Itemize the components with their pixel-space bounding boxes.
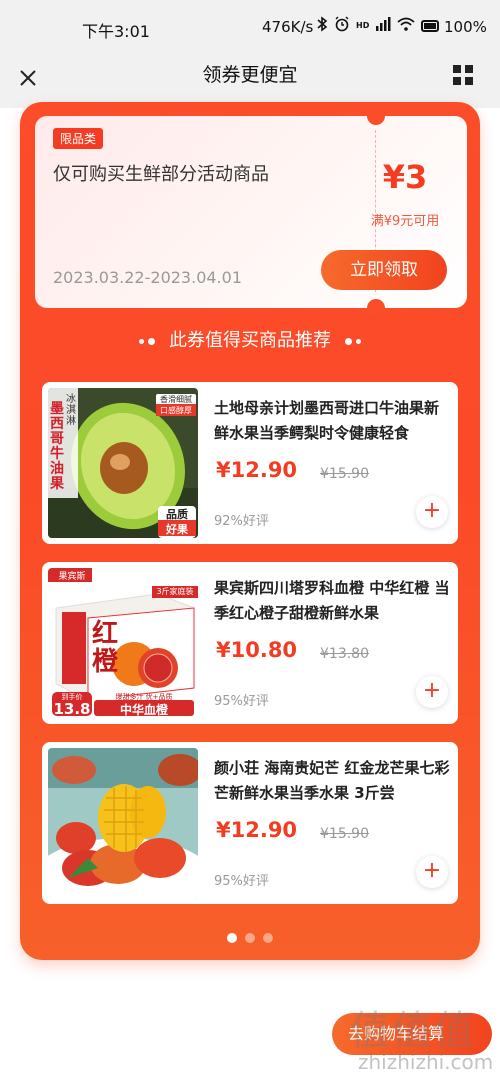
product-title[interactable]: 果宾斯四川塔罗科血橙 中华红橙 当季红心橙子甜橙新鲜水果 — [214, 576, 450, 626]
page-dot[interactable] — [263, 933, 273, 943]
product-card[interactable]: 果宾斯 3斤家庭装 红橙 到手价 13.8 爆甜多汁 优+品质 中华血橙 果宾斯… — [42, 562, 458, 724]
coupon-validity: 2023.03.22-2023.04.01 — [53, 268, 242, 287]
image-badge-text: 口感醇厚 — [160, 406, 192, 415]
product-price: ¥10.80 — [216, 638, 298, 662]
image-price-tag-value: 13.8 — [53, 700, 91, 718]
add-to-cart-button[interactable]: + — [416, 676, 448, 708]
section-title: 此券值得买商品推荐 — [169, 330, 331, 351]
page-dot[interactable] — [245, 933, 255, 943]
product-card[interactable]: 墨西哥牛油果 冰淇淋 香滑细腻 口感醇厚 品质 好果 土地母亲计划墨西哥进口牛油… — [42, 382, 458, 544]
menu-button[interactable] — [452, 64, 480, 92]
coupon-notch — [367, 107, 385, 125]
bluetooth-icon — [316, 16, 328, 36]
coupon-condition: 满¥9元可用 — [370, 214, 440, 229]
hd-signal-icon: HD — [356, 21, 370, 30]
product-card[interactable]: 颜小荘 海南贵妃芒 红金龙芒果七彩芒新鲜水果当季水果 3斤尝 ¥12.90 ¥1… — [42, 742, 458, 904]
product-image-mango[interactable] — [48, 748, 198, 898]
signal-icon — [375, 17, 391, 35]
battery-level: 100% — [444, 18, 487, 36]
add-to-cart-button[interactable]: + — [416, 496, 448, 528]
coupon-card: 限品类 仅可购买生鲜部分活动商品 2023.03.22-2023.04.01 ¥… — [35, 107, 467, 317]
product-rating: 95%好评 — [214, 694, 269, 709]
product-rating: 92%好评 — [214, 514, 269, 529]
battery-icon — [421, 20, 440, 32]
image-corner-text: 冰淇淋 — [66, 394, 76, 427]
image-banner: 中华血橙 — [119, 703, 168, 717]
product-rating: 95%好评 — [214, 874, 269, 889]
page-dot[interactable] — [227, 933, 237, 943]
alarm-icon — [334, 16, 350, 36]
product-price: ¥12.90 — [216, 818, 298, 842]
coupon-panel: 限品类 仅可购买生鲜部分活动商品 2023.03.22-2023.04.01 ¥… — [20, 102, 480, 960]
image-brand: 果宾斯 — [58, 572, 86, 582]
coupon-description: 仅可购买生鲜部分活动商品 — [53, 164, 269, 185]
status-time: 下午3:01 — [82, 22, 150, 41]
status-icons: HD — [316, 16, 440, 36]
image-quality-text: 好果 — [166, 523, 188, 536]
add-to-cart-button[interactable]: + — [416, 856, 448, 888]
carousel-pagination — [20, 928, 480, 947]
plus-icon: + — [422, 678, 442, 703]
product-original-price: ¥15.90 — [320, 826, 369, 842]
image-badge-text: 香滑细腻 — [160, 395, 192, 404]
grid-icon — [453, 65, 473, 85]
plus-icon: + — [422, 498, 442, 523]
wifi-icon — [397, 17, 415, 35]
claim-coupon-button[interactable]: 立即领取 — [321, 250, 447, 290]
network-speed: 476K/s — [262, 18, 314, 36]
watermark-url: zhizhizhi.com — [358, 1050, 494, 1074]
product-image-blood-orange[interactable]: 果宾斯 3斤家庭装 红橙 到手价 13.8 爆甜多汁 优+品质 中华血橙 — [48, 568, 198, 718]
image-quality-text: 品质 — [166, 508, 188, 521]
decorative-dots — [137, 331, 157, 352]
product-original-price: ¥15.90 — [320, 466, 369, 482]
coupon-amount: ¥3 — [382, 158, 428, 196]
image-box-label: 3斤家庭装 — [156, 587, 194, 596]
section-heading: 此券值得买商品推荐 — [20, 326, 480, 352]
watermark-logo: 值值值 — [350, 1008, 476, 1054]
page-title: 领券更便宜 — [202, 64, 298, 86]
decorative-dots — [343, 331, 363, 352]
product-image-avocado[interactable]: 墨西哥牛油果 冰淇淋 香滑细腻 口感醇厚 品质 好果 — [48, 388, 198, 538]
coupon-notch — [367, 299, 385, 317]
category-tag: 限品类 — [53, 128, 104, 149]
image-side-text: 墨西哥牛油果 — [50, 401, 64, 492]
status-bar: 下午3:01 476K/s HD 100% — [0, 0, 500, 56]
plus-icon: + — [422, 858, 442, 883]
image-big-text: 红橙 — [92, 619, 119, 677]
product-title[interactable]: 土地母亲计划墨西哥进口牛油果新鲜水果当季鳄梨时令健康轻食 — [214, 396, 450, 446]
nav-header: 领券更便宜 — [0, 56, 500, 108]
product-price: ¥12.90 — [216, 458, 298, 482]
product-original-price: ¥13.80 — [320, 646, 369, 662]
product-title[interactable]: 颜小荘 海南贵妃芒 红金龙芒果七彩芒新鲜水果当季水果 3斤尝 — [214, 756, 450, 806]
